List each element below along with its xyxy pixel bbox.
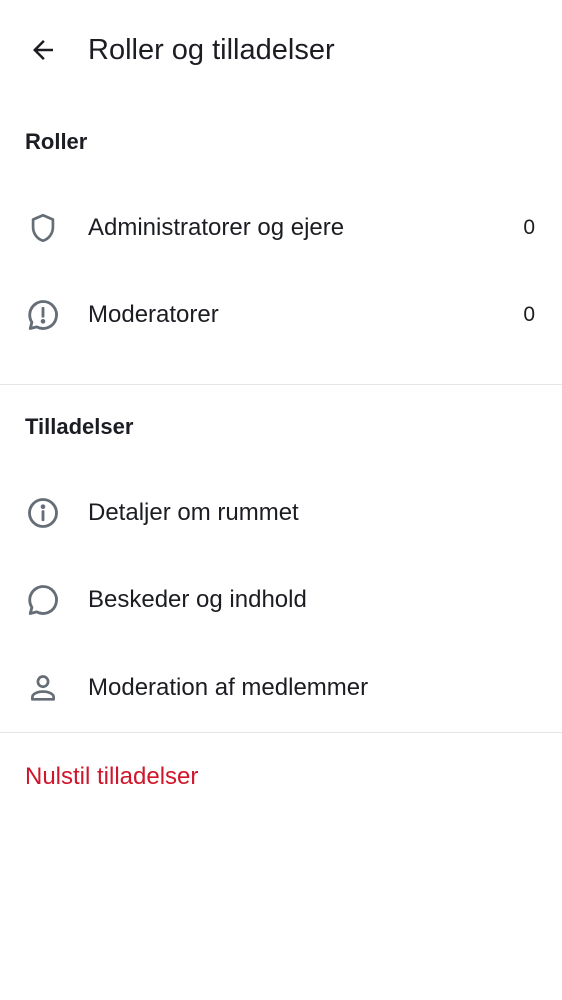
permission-label: Beskeder og indhold — [88, 586, 307, 613]
role-count: 0 — [523, 216, 535, 239]
permission-label: Detaljer om rummet — [88, 499, 299, 526]
section-divider — [0, 732, 562, 733]
reset-permissions-button[interactable]: Nulstil tilladelser — [25, 760, 198, 794]
role-label: Administratorer og ejere — [88, 214, 345, 241]
role-row-admins-owners[interactable]: Administratorer og ejere 0 — [0, 185, 562, 271]
app-bar: Roller og tilladelser — [0, 0, 562, 100]
permission-row-messages-content[interactable]: Beskeder og indhold — [0, 557, 562, 643]
section-divider — [0, 384, 562, 385]
arrow-left-icon — [28, 35, 58, 65]
info-icon — [25, 495, 61, 531]
shield-icon — [25, 210, 61, 246]
permissions-section-heading: Tilladelser — [25, 414, 134, 439]
page-title: Roller og tilladelser — [88, 34, 335, 66]
chat-bubble-icon — [25, 582, 61, 618]
permission-label: Moderation af medlemmer — [88, 674, 369, 701]
permission-row-room-details[interactable]: Detaljer om rummet — [0, 470, 562, 556]
role-count: 0 — [523, 303, 535, 326]
role-label: Moderatorer — [88, 301, 219, 328]
user-icon — [25, 670, 61, 706]
back-button[interactable] — [21, 28, 65, 72]
role-row-moderators[interactable]: Moderatorer 0 — [0, 272, 562, 358]
chat-alert-icon — [25, 297, 61, 333]
permission-row-member-moderation[interactable]: Moderation af medlemmer — [0, 645, 562, 731]
roles-section-heading: Roller — [25, 129, 88, 154]
